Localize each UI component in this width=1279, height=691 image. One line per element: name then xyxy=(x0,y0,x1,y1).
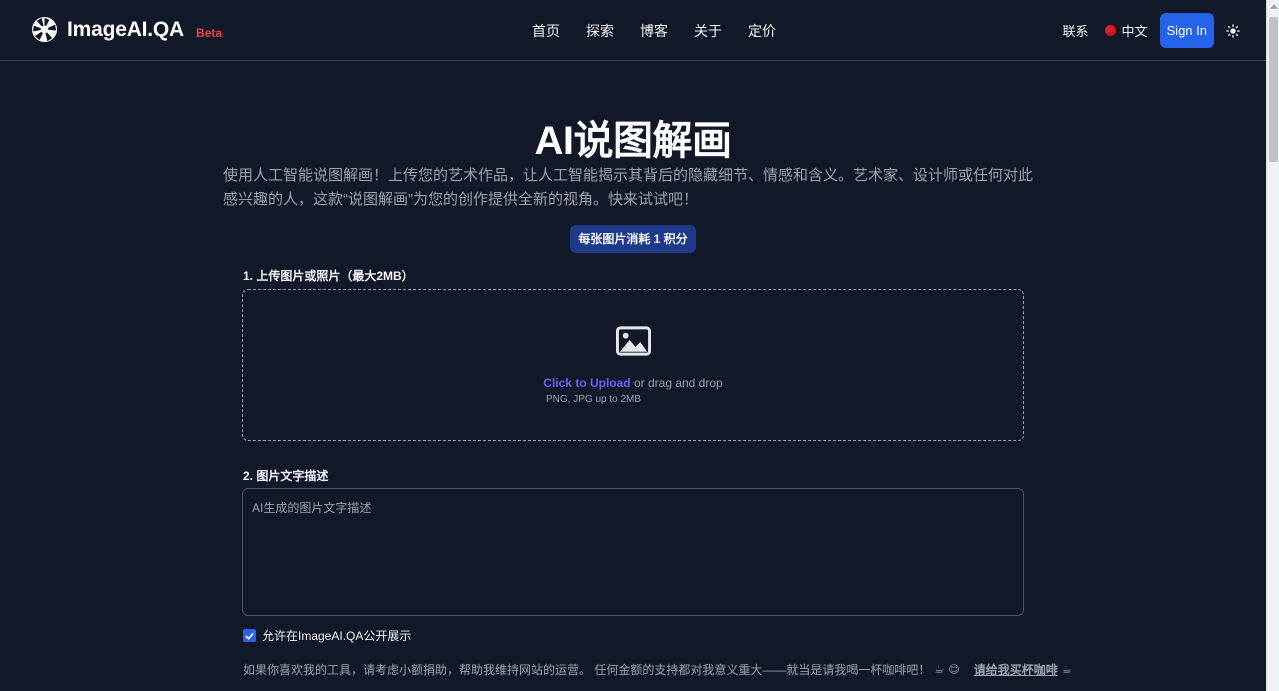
sign-in-button[interactable]: Sign In xyxy=(1159,13,1214,48)
brand-logo[interactable]: ImageAI.QA Beta xyxy=(31,16,222,43)
donation-text: 如果你喜欢我的工具，请考虑小额捐助，帮助我维持网站的运营。 任何金额的支持都对我… xyxy=(243,663,931,677)
coffee-icon: ☕ xyxy=(1061,664,1072,676)
nav-home[interactable]: 首页 xyxy=(532,21,560,41)
click-to-upload-link[interactable]: Click to Upload xyxy=(543,376,630,390)
public-display-option[interactable]: 允许在ImageAI.QA公开展示 xyxy=(243,627,411,644)
logo-icon xyxy=(31,16,58,43)
language-label: 中文 xyxy=(1121,24,1148,39)
contact-link[interactable]: 联系 xyxy=(1062,21,1088,40)
sun-icon[interactable] xyxy=(1226,23,1240,38)
beta-badge: Beta xyxy=(196,25,223,40)
buy-coffee-link[interactable]: 请给我买杯咖啡 xyxy=(974,661,1058,678)
coffee-icon: ☕ xyxy=(934,664,945,676)
drag-drop-text: or drag and drop xyxy=(630,376,723,390)
page-subtitle: 使用人工智能说图解画！上传您的艺术作品，让人工智能揭示其背后的隐藏细节、情感和含… xyxy=(223,167,1034,208)
nav-pricing[interactable]: 定价 xyxy=(748,21,776,41)
credit-cost-badge: 每张图片消耗 1 积分 xyxy=(570,225,696,253)
upload-dropzone[interactable]: Click to Upload or drag and drop PNG, JP… xyxy=(242,289,1024,441)
brand-name: ImageAI.QA xyxy=(67,17,185,41)
top-navbar: ImageAI.QA Beta 首页 探索 博客 关于 定价 联系 中文 Sig… xyxy=(0,0,1266,61)
scroll-thumb[interactable] xyxy=(1269,17,1278,162)
description-textarea[interactable] xyxy=(242,488,1024,616)
flag-icon xyxy=(1104,25,1116,36)
upload-format-hint: PNG, JPG up to 2MB xyxy=(546,394,642,405)
public-display-checkbox[interactable] xyxy=(243,629,256,642)
page-scrollbar[interactable] xyxy=(1266,0,1279,691)
nav-about[interactable]: 关于 xyxy=(694,21,722,41)
upload-prompt: Click to Upload or drag and drop xyxy=(243,376,1023,390)
language-switcher[interactable]: 中文 xyxy=(1104,21,1148,40)
public-display-label: 允许在ImageAI.QA公开展示 xyxy=(262,629,412,643)
description-label: 2. 图片文字描述 xyxy=(243,469,329,483)
nav-blog[interactable]: 博客 xyxy=(640,21,668,41)
page-title: AI说图解画 xyxy=(534,119,733,163)
main-nav: 首页 探索 博客 关于 定价 xyxy=(532,21,776,41)
upload-label: 1. 上传图片或照片（最大2MB） xyxy=(243,269,414,283)
image-icon xyxy=(616,326,651,356)
smile-icon: 😊 xyxy=(948,664,960,676)
donation-notice: 如果你喜欢我的工具，请考虑小额捐助，帮助我维持网站的运营。 任何金额的支持都对我… xyxy=(243,661,1072,678)
nav-explore[interactable]: 探索 xyxy=(586,21,614,41)
checkmark-icon xyxy=(245,632,254,640)
scroll-up-arrow-icon[interactable] xyxy=(1270,4,1278,9)
header-actions: 联系 中文 Sign In xyxy=(1062,13,1266,48)
